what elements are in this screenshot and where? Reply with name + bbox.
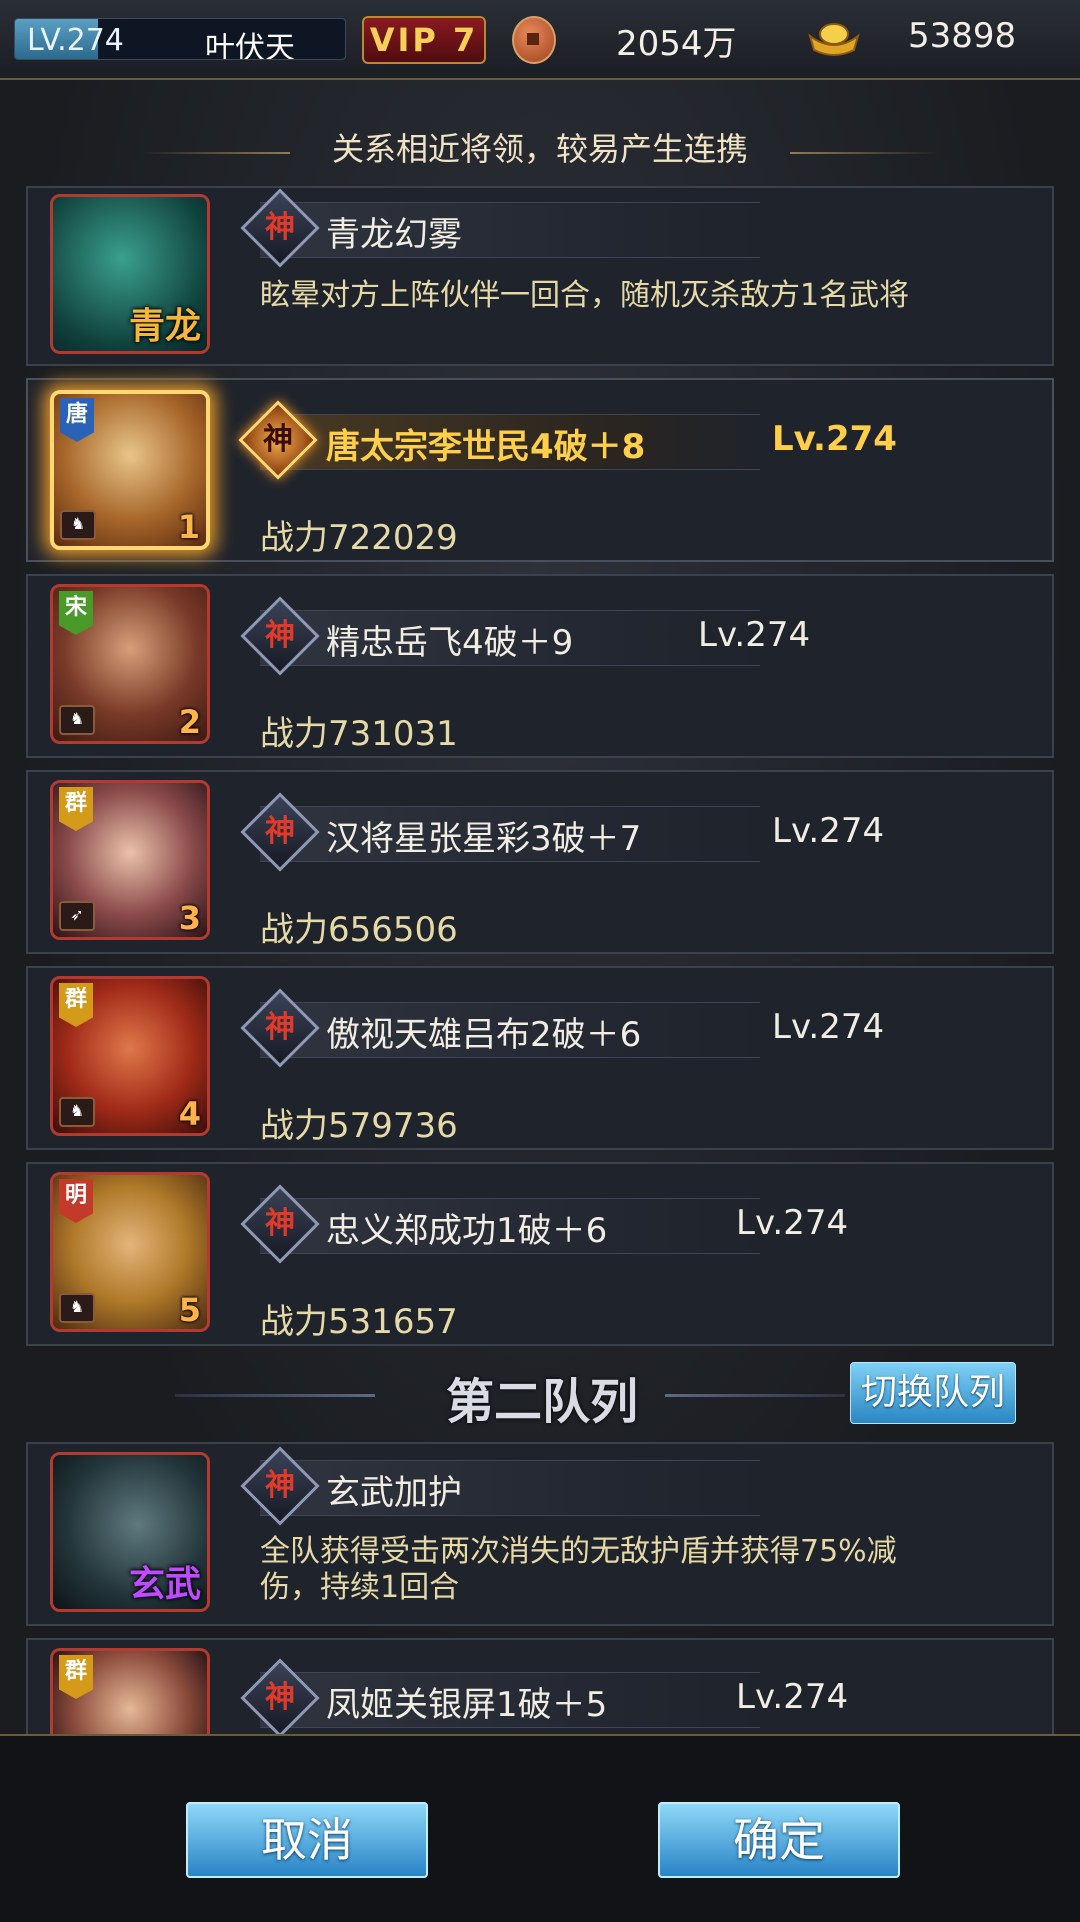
cancel-button[interactable]: 取消 bbox=[186, 1802, 428, 1878]
section-divider-left bbox=[175, 1394, 375, 1397]
switch-team-button[interactable]: 切换队列 bbox=[850, 1362, 1016, 1424]
hero-portrait-2[interactable]: 宋 ♞ 2 bbox=[50, 584, 210, 744]
faction-badge: 明 bbox=[59, 1179, 93, 1223]
slot-number: 3 bbox=[178, 899, 201, 937]
team2-title: 第二队列 bbox=[446, 1374, 639, 1430]
team2-hero-portrait-1[interactable]: 群 bbox=[50, 1648, 210, 1734]
section-divider-right bbox=[665, 1394, 845, 1397]
archer-class-icon: ➶ bbox=[59, 901, 95, 931]
hero-power: 战力731031 bbox=[260, 714, 458, 754]
faction-badge: 群 bbox=[59, 983, 93, 1027]
beast-skill-name: 玄武加护 bbox=[326, 1473, 462, 1513]
hero-level: Lv.274 bbox=[736, 1677, 849, 1717]
hero-name: 汉将星张星彩3破＋7 bbox=[326, 819, 642, 859]
hint-divider-right bbox=[790, 152, 940, 154]
hero-power: 战力722029 bbox=[260, 518, 458, 558]
gold-amount: 53898 bbox=[908, 16, 1017, 56]
slot-number: 2 bbox=[178, 703, 201, 741]
hero-name: 凤姬关银屏1破＋5 bbox=[326, 1685, 608, 1725]
hero-name: 傲视天雄吕布2破＋6 bbox=[326, 1015, 642, 1055]
gold-ingot-icon bbox=[808, 23, 860, 56]
faction-badge: 宋 bbox=[59, 591, 93, 635]
cavalry-class-icon: ♞ bbox=[60, 510, 96, 540]
cavalry-class-icon: ♞ bbox=[59, 1097, 95, 1127]
slot-number: 1 bbox=[177, 508, 200, 546]
slot-number: 4 bbox=[178, 1095, 201, 1133]
beast-label: 玄武 bbox=[128, 1564, 201, 1605]
hero-portrait-5[interactable]: 明 ♞ 5 bbox=[50, 1172, 210, 1332]
vip-badge[interactable]: VIP 7 bbox=[362, 16, 486, 64]
bottom-action-bar bbox=[0, 1734, 1080, 1922]
cavalry-class-icon: ♞ bbox=[59, 705, 95, 735]
hero-portrait-4[interactable]: 群 ♞ 4 bbox=[50, 976, 210, 1136]
beast-skill-desc: 眩晕对方上阵伙伴一回合，随机灭杀敌方1名武将 bbox=[260, 278, 910, 313]
faction-badge: 群 bbox=[59, 787, 93, 831]
hero-name: 精忠岳飞4破＋9 bbox=[326, 623, 574, 663]
xuanwu-portrait[interactable]: 玄武 bbox=[50, 1452, 210, 1612]
hero-level: Lv.274 bbox=[698, 615, 811, 655]
top-status-bar: LV.274 叶伏天 VIP 7 2054万 53898 bbox=[0, 0, 1080, 80]
hero-level: Lv.274 bbox=[772, 1007, 885, 1047]
hero-level: Lv.274 bbox=[772, 811, 885, 851]
qinglong-portrait[interactable]: 青龙 bbox=[50, 194, 210, 354]
beast-skill-name: 青龙幻雾 bbox=[326, 215, 462, 255]
faction-badge: 唐 bbox=[60, 398, 94, 442]
hero-power: 战力656506 bbox=[260, 910, 458, 950]
hero-level: Lv.274 bbox=[772, 419, 897, 459]
player-level-bar: LV.274 叶伏天 bbox=[14, 18, 346, 60]
hero-portrait-3[interactable]: 群 ➶ 3 bbox=[50, 780, 210, 940]
beast-skill-desc: 全队获得受击两次消失的无敌护盾并获得75%减伤，持续1回合 bbox=[260, 1534, 897, 1605]
hero-name: 唐太宗李世民4破＋8 bbox=[326, 427, 646, 467]
hero-power: 战力531657 bbox=[260, 1302, 458, 1342]
confirm-button[interactable]: 确定 bbox=[658, 1802, 900, 1878]
formation-hint: 关系相近将领，较易产生连携 bbox=[331, 130, 748, 168]
copper-coin-icon bbox=[512, 16, 556, 64]
cavalry-class-icon: ♞ bbox=[59, 1293, 95, 1323]
beast-label: 青龙 bbox=[128, 306, 201, 347]
faction-badge: 群 bbox=[59, 1655, 93, 1699]
player-level: LV.274 bbox=[27, 23, 124, 58]
player-name: 叶伏天 bbox=[205, 31, 295, 60]
hero-level: Lv.274 bbox=[736, 1203, 849, 1243]
slot-number: 5 bbox=[178, 1291, 201, 1329]
copper-amount: 2054万 bbox=[616, 24, 737, 64]
hero-portrait-1[interactable]: 唐 ♞ 1 bbox=[50, 390, 210, 550]
hero-name: 忠义郑成功1破＋6 bbox=[326, 1211, 608, 1251]
hero-power: 战力579736 bbox=[260, 1106, 458, 1146]
